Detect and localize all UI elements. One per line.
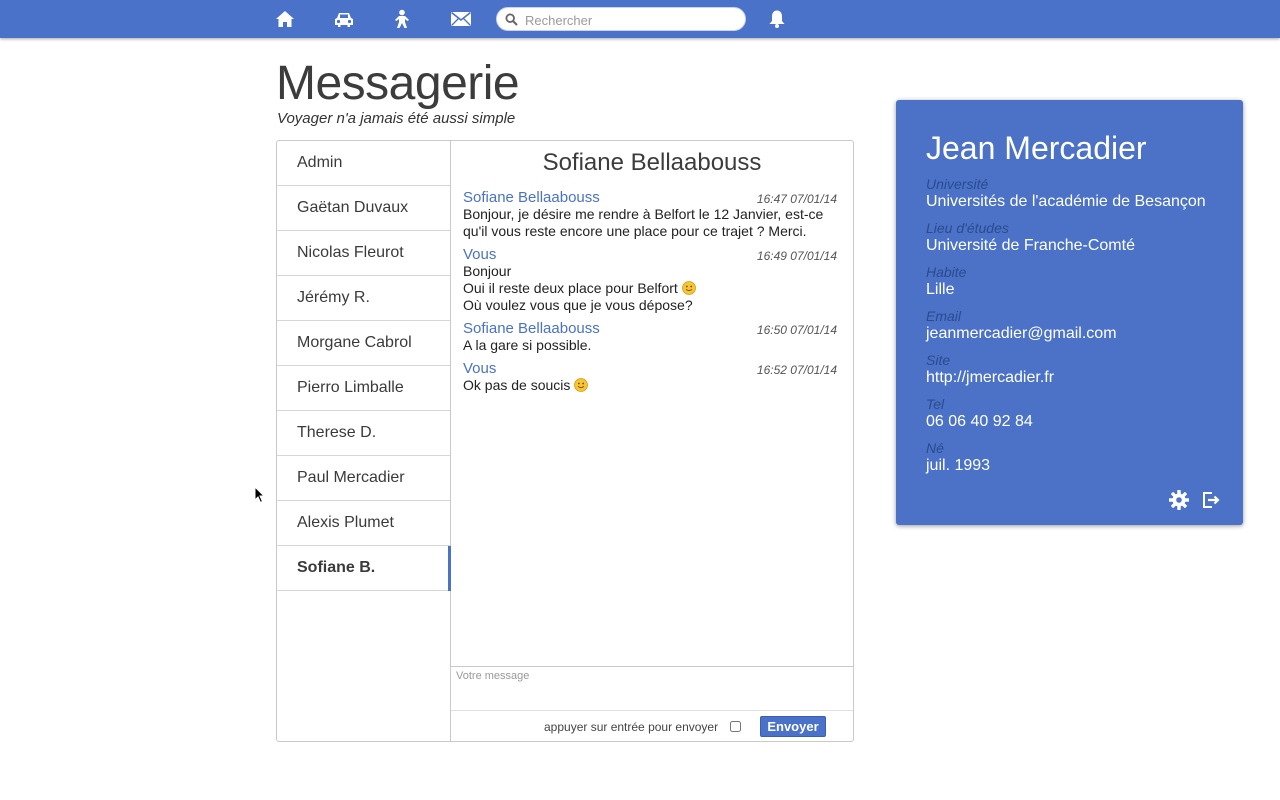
contact-item[interactable]: Pierro Limballe bbox=[277, 366, 450, 411]
message-time: 16:49 07/01/14 bbox=[756, 249, 837, 263]
contact-item[interactable]: Gaëtan Duvaux bbox=[277, 186, 450, 231]
search-bar[interactable] bbox=[496, 7, 746, 31]
send-row: appuyer sur entrée pour envoyer Envoyer bbox=[451, 716, 853, 738]
message-text: Bonjour bbox=[463, 263, 512, 279]
contact-item[interactable]: Admin bbox=[277, 141, 450, 186]
contact-item[interactable]: Morgane Cabrol bbox=[277, 321, 450, 366]
top-navbar bbox=[0, 0, 1280, 38]
site-link[interactable]: http://jmercadier.fr bbox=[926, 368, 1206, 387]
search-icon bbox=[505, 13, 518, 26]
message-text: Où voulez vous que je vous dépose? bbox=[463, 297, 693, 313]
gear-icon[interactable] bbox=[1168, 489, 1190, 511]
smiley-icon bbox=[574, 378, 589, 392]
message-author[interactable]: Sofiane Bellaabouss bbox=[463, 320, 600, 337]
contact-item-active[interactable]: Sofiane B. bbox=[277, 546, 451, 591]
logout-icon[interactable] bbox=[1200, 489, 1222, 511]
field-label: Né bbox=[926, 440, 944, 456]
bell-icon[interactable] bbox=[767, 9, 789, 29]
field-label: Université bbox=[926, 176, 989, 192]
profile-fields: Université Universités de l'académie de … bbox=[926, 177, 1206, 485]
message-author[interactable]: Vous bbox=[463, 360, 496, 377]
profile-card: Jean Mercadier Université Universités de… bbox=[896, 100, 1243, 525]
smiley-icon bbox=[681, 281, 696, 295]
message-list: Sofiane Bellaabouss 16:47 07/01/14 Bonjo… bbox=[463, 189, 847, 400]
contact-item[interactable]: Therese D. bbox=[277, 411, 450, 456]
message-text: Oui il reste deux place pour Belfort bbox=[463, 280, 678, 296]
message-text-row: Ok pas de soucis bbox=[463, 377, 847, 394]
mouse-cursor-icon bbox=[254, 486, 266, 504]
message-text: Ok pas de soucis bbox=[463, 377, 571, 393]
profile-field-tel: Tel 06 06 40 92 84 bbox=[926, 397, 1206, 441]
messenger-panel: Admin Gaëtan Duvaux Nicolas Fleurot Jéré… bbox=[276, 140, 854, 742]
message-input[interactable] bbox=[451, 667, 853, 710]
contact-item[interactable]: Paul Mercadier bbox=[277, 456, 450, 501]
field-value: juil. 1993 bbox=[926, 457, 991, 474]
field-label: Site bbox=[926, 352, 951, 368]
message: Vous 16:49 07/01/14 Bonjour Oui il reste… bbox=[463, 246, 847, 314]
field-value: 06 06 40 92 84 bbox=[926, 413, 1033, 430]
message-time: 16:50 07/01/14 bbox=[756, 323, 837, 337]
message-author[interactable]: Vous bbox=[463, 246, 496, 263]
page-title: Messagerie bbox=[276, 57, 520, 110]
page-subtitle: Voyager n'a jamais été aussi simple bbox=[277, 110, 516, 127]
search-input[interactable] bbox=[523, 10, 737, 30]
enter-to-send-label: appuyer sur entrée pour envoyer bbox=[544, 720, 719, 734]
field-value: Lille bbox=[926, 281, 955, 298]
profile-field-universite: Université Universités de l'académie de … bbox=[926, 177, 1206, 221]
contact-item[interactable]: Jérémy R. bbox=[277, 276, 450, 321]
message: Sofiane Bellaabouss 16:50 07/01/14 A la … bbox=[463, 320, 847, 354]
field-value: Universités de l'académie de Besançon bbox=[926, 193, 1206, 210]
message: Vous 16:52 07/01/14 Ok pas de soucis bbox=[463, 360, 847, 394]
message-text: Bonjour, je désire me rendre à Belfort l… bbox=[463, 206, 824, 239]
mail-icon[interactable] bbox=[450, 9, 472, 29]
contact-list: Admin Gaëtan Duvaux Nicolas Fleurot Jéré… bbox=[277, 141, 451, 741]
message-text-row: Oui il reste deux place pour Belfort bbox=[463, 280, 847, 297]
contact-item[interactable]: Nicolas Fleurot bbox=[277, 231, 450, 276]
message-time: 16:47 07/01/14 bbox=[756, 192, 837, 206]
profile-field-lieu: Lieu d'études Université de Franche-Comt… bbox=[926, 221, 1206, 265]
profile-field-email: Email jeanmercadier@gmail.com bbox=[926, 309, 1206, 353]
profile-actions bbox=[1162, 489, 1222, 516]
compose-area bbox=[451, 666, 853, 711]
message-time: 16:52 07/01/14 bbox=[756, 363, 837, 377]
field-label: Tel bbox=[926, 396, 945, 412]
person-icon[interactable] bbox=[392, 9, 414, 29]
enter-to-send-checkbox[interactable] bbox=[730, 721, 741, 732]
contact-item[interactable]: Alexis Plumet bbox=[277, 501, 450, 546]
home-icon[interactable] bbox=[275, 9, 297, 29]
email-link[interactable]: jeanmercadier@gmail.com bbox=[926, 324, 1206, 343]
message-text: A la gare si possible. bbox=[463, 337, 592, 353]
chat-area: Sofiane Bellaabouss Sofiane Bellaabouss … bbox=[451, 141, 853, 741]
profile-field-habite: Habite Lille bbox=[926, 265, 1206, 309]
field-label: Habite bbox=[926, 264, 967, 280]
profile-field-ne: Né juil. 1993 bbox=[926, 441, 1206, 485]
message-author[interactable]: Sofiane Bellaabouss bbox=[463, 189, 600, 206]
message: Sofiane Bellaabouss 16:47 07/01/14 Bonjo… bbox=[463, 189, 847, 240]
send-button[interactable]: Envoyer bbox=[760, 716, 826, 737]
field-label: Lieu d'études bbox=[926, 220, 1009, 236]
profile-name: Jean Mercadier bbox=[926, 130, 1147, 166]
field-value: Université de Franche-Comté bbox=[926, 237, 1135, 254]
chat-title: Sofiane Bellaabouss bbox=[542, 149, 762, 176]
profile-field-site: Site http://jmercadier.fr bbox=[926, 353, 1206, 397]
car-icon[interactable] bbox=[333, 9, 355, 29]
field-label: Email bbox=[926, 308, 962, 324]
